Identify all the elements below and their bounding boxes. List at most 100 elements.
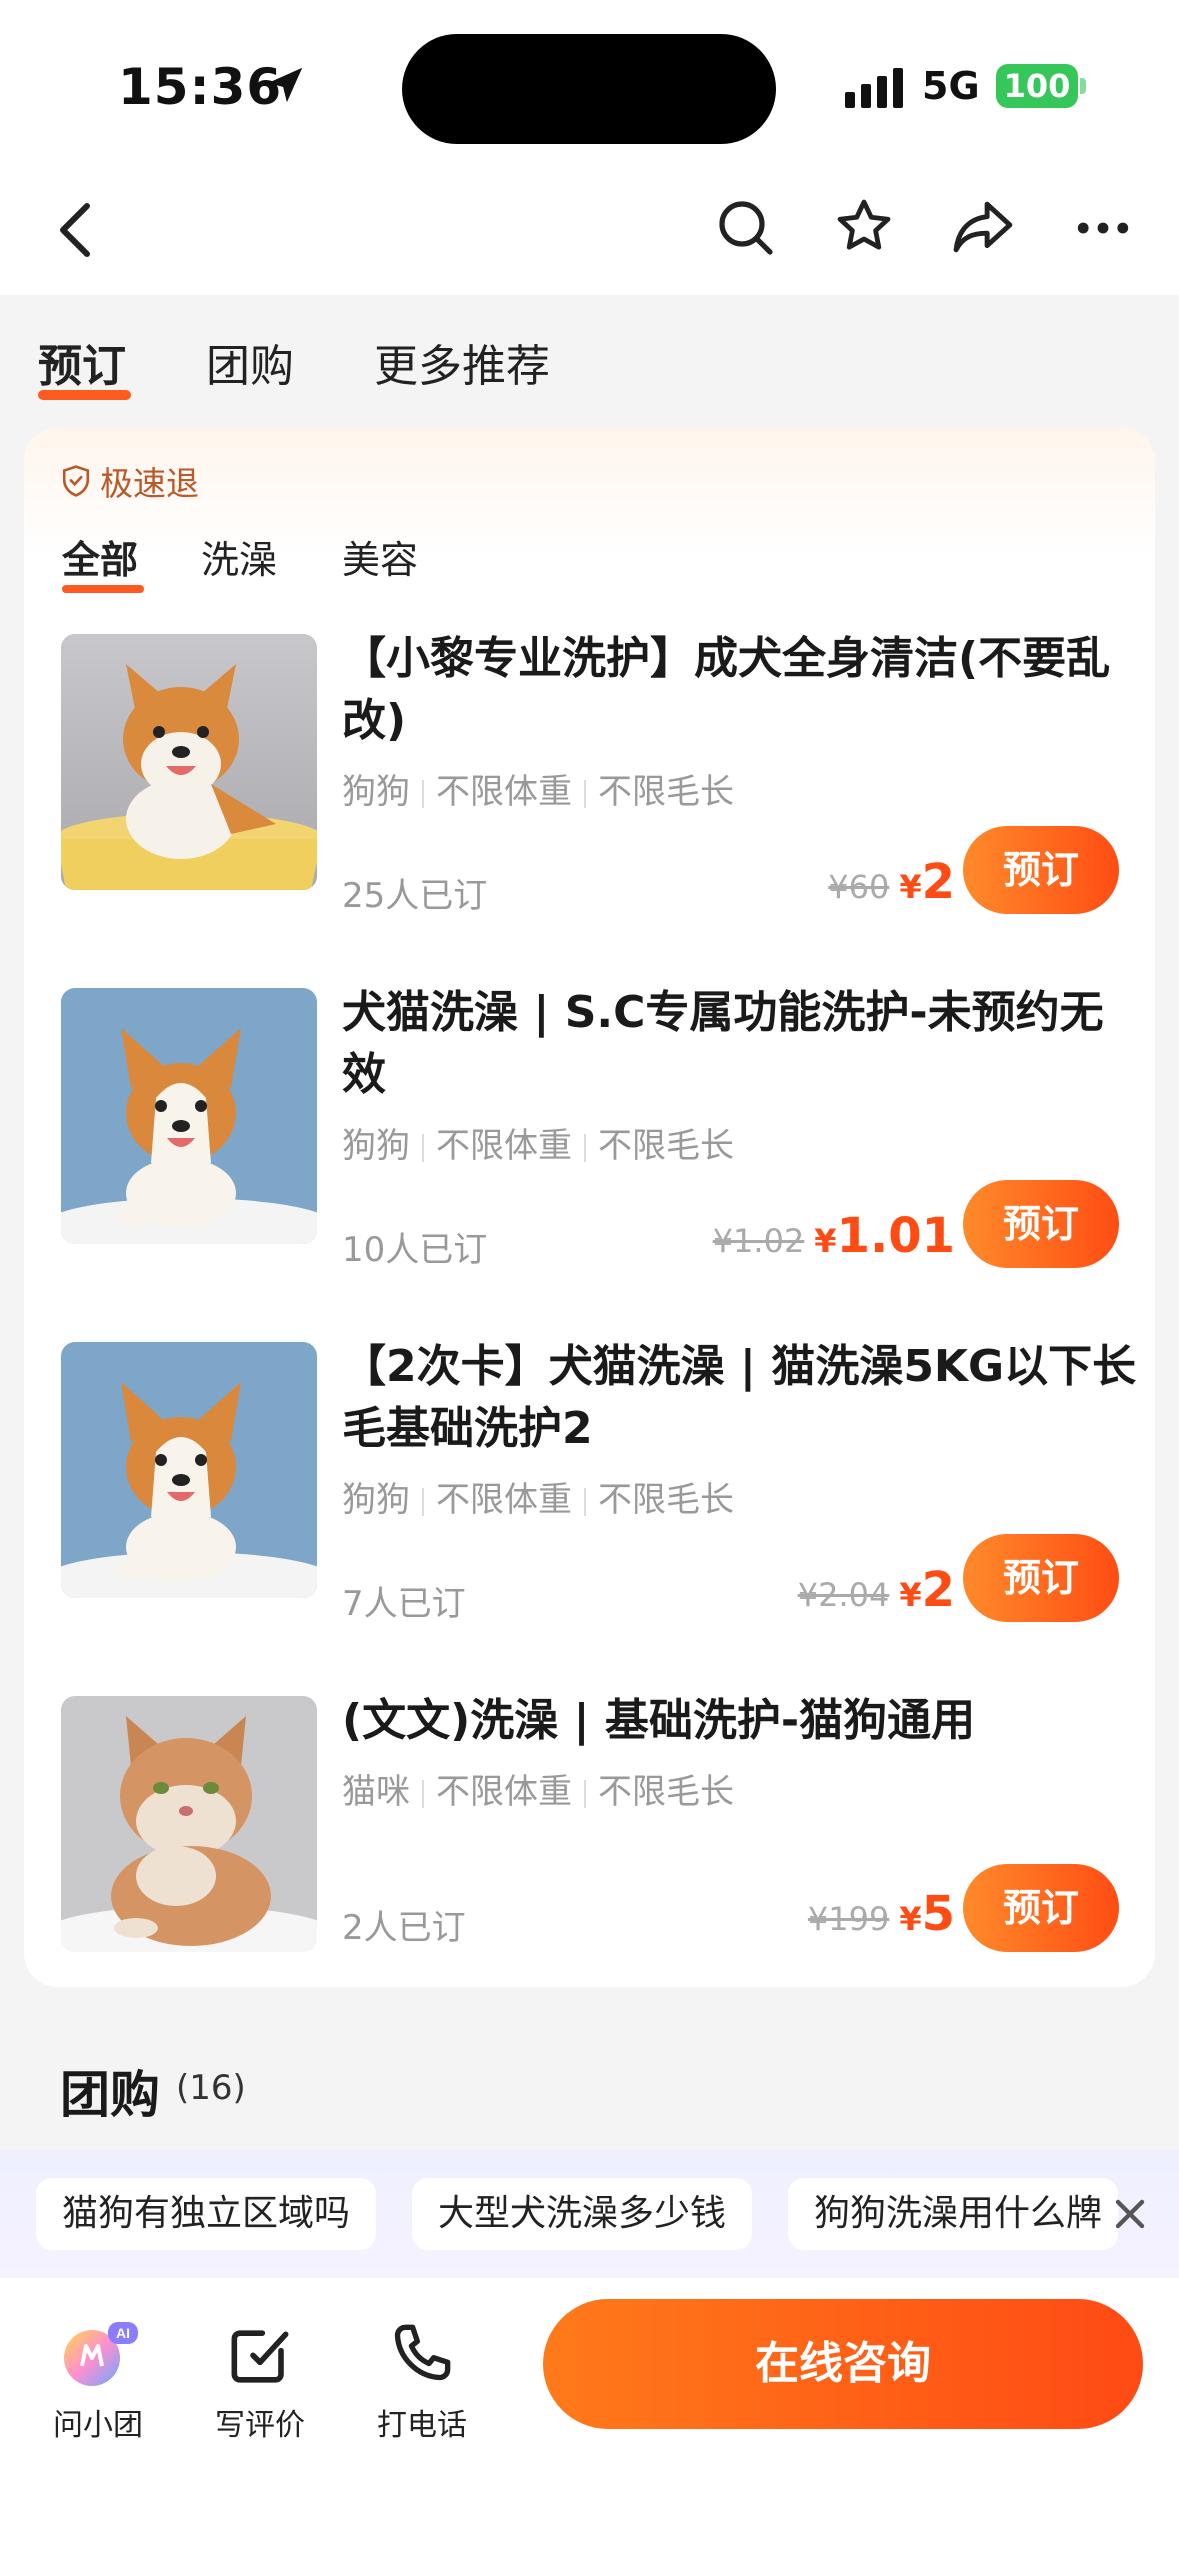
sold-count: 7人已订 [342, 1584, 466, 1624]
item-title: 犬猫洗澡 | S.C专属功能洗护-未预约无效 [342, 987, 1104, 1100]
status-bar: 15:36 5G 100 [0, 0, 1179, 170]
tag-divider [422, 1487, 424, 1516]
price-value: 2 [921, 854, 955, 910]
price-value: 1.01 [836, 1208, 955, 1264]
price-box: ¥199 ¥5 [808, 1886, 955, 1942]
dynamic-island [402, 34, 776, 144]
service-item[interactable]: (文文)洗澡 | 基础洗护-猫狗通用 猫咪 不限体重 不限毛长 2人已订 ¥199 … [24, 1695, 1155, 1987]
search-icon[interactable] [716, 198, 776, 258]
battery-indicator: 100 [996, 64, 1078, 108]
tab-booking[interactable]: 预订 [38, 330, 126, 394]
currency-symbol: ¥ [899, 1576, 922, 1614]
tag-divider [422, 779, 424, 808]
current-price: ¥2 [899, 854, 955, 910]
phone-icon [394, 2324, 451, 2381]
subtab-all[interactable]: 全部 [62, 529, 138, 584]
item-tags: 狗狗 不限体重 不限毛长 [342, 764, 734, 813]
price-value: 2 [921, 1562, 955, 1618]
fast-refund-label: 极速退 [100, 464, 199, 503]
close-icon[interactable] [1110, 2194, 1150, 2234]
active-subtab-indicator [62, 585, 144, 593]
active-tab-indicator [38, 390, 131, 400]
booking-card: 极速退 全部 洗澡 美容 【小黎专业洗护】成犬全身清洁(不要乱改) 狗狗 不限体… [24, 427, 1155, 1987]
online-consult-button[interactable]: 在线咨询 [543, 2299, 1143, 2429]
price-box: ¥1.02 ¥1.01 [713, 1208, 955, 1264]
service-item[interactable]: 【2次卡】犬猫洗澡 | 猫洗澡5KG以下长毛基础洗护2 狗狗 不限体重 不限毛长 7… [24, 1341, 1155, 1692]
fast-refund-badge: 极速退 [60, 457, 199, 505]
subtab-grooming[interactable]: 美容 [342, 529, 418, 584]
current-price: ¥5 [899, 1886, 955, 1942]
book-button[interactable]: 预订 [963, 826, 1119, 914]
tab-more-recommend[interactable]: 更多推荐 [374, 330, 550, 394]
item-title: 【小黎专业洗护】成犬全身清洁(不要乱改) [342, 633, 1111, 746]
sold-count: 10人已订 [342, 1230, 488, 1270]
book-button[interactable]: 预订 [963, 1864, 1119, 1952]
service-item[interactable]: 犬猫洗澡 | S.C专属功能洗护-未预约无效 狗狗 不限体重 不限毛长 10人已订 … [24, 987, 1155, 1338]
more-icon[interactable] [1076, 218, 1130, 238]
book-button[interactable]: 预订 [963, 1534, 1119, 1622]
tag-weight: 不限体重 [436, 772, 572, 812]
call-button[interactable]: 打电话 [362, 2318, 482, 2444]
book-button[interactable]: 预订 [963, 1180, 1119, 1268]
tag-weight: 不限体重 [436, 1772, 572, 1812]
edit-review-icon [231, 2330, 289, 2383]
service-item[interactable]: 【小黎专业洗护】成犬全身清洁(不要乱改) 狗狗 不限体重 不限毛长 25人已订 ¥6… [24, 633, 1155, 984]
star-icon[interactable] [834, 196, 894, 256]
currency-symbol: ¥ [899, 1900, 922, 1938]
item-image-cat [61, 1696, 317, 1952]
tag-pet-type: 狗狗 [342, 772, 410, 812]
top-tabs: 预订 团购 更多推荐 [0, 295, 1179, 425]
group-buy-count: (16) [176, 2068, 246, 2108]
price-box: ¥2.04 ¥2 [798, 1562, 955, 1618]
currency-symbol: ¥ [814, 1222, 837, 1260]
tag-pet-type: 狗狗 [342, 1480, 410, 1520]
question-chip[interactable]: 大型犬洗澡多少钱 [412, 2178, 753, 2250]
original-price: ¥60 [828, 868, 890, 906]
tag-divider [584, 1487, 586, 1516]
location-arrow-icon [267, 67, 303, 103]
original-price: ¥2.04 [797, 1576, 890, 1614]
current-price: ¥1.01 [814, 1208, 955, 1264]
tag-pet-type: 狗狗 [342, 1126, 410, 1166]
tag-weight: 不限体重 [436, 1480, 572, 1520]
status-time: 15:36 [118, 58, 283, 116]
ai-assistant-icon: AI [64, 2322, 138, 2386]
item-tags: 狗狗 不限体重 不限毛长 [342, 1472, 734, 1521]
write-review-button[interactable]: 写评价 [200, 2318, 320, 2444]
subtab-bath[interactable]: 洗澡 [201, 529, 277, 584]
tag-fur-length: 不限毛长 [598, 1772, 734, 1812]
price-value: 5 [921, 1886, 955, 1942]
tag-fur-length: 不限毛长 [598, 1126, 734, 1166]
tag-fur-length: 不限毛长 [598, 772, 734, 812]
price-box: ¥60 ¥2 [828, 854, 955, 910]
current-price: ¥2 [899, 1562, 955, 1618]
tag-divider [584, 1133, 586, 1162]
sold-count: 2人已订 [342, 1908, 466, 1948]
write-review-label: 写评价 [215, 2408, 305, 2443]
group-buy-title: 团购 [60, 2066, 160, 2124]
back-icon[interactable] [52, 200, 102, 260]
bottom-action-bar: AI 问小团 写评价 打电话 在线咨询 [0, 2278, 1179, 2556]
tab-group-buy[interactable]: 团购 [206, 330, 294, 394]
item-tags: 狗狗 不限体重 不限毛长 [342, 1118, 734, 1167]
tag-weight: 不限体重 [436, 1126, 572, 1166]
item-tags: 猫咪 不限体重 不限毛长 [342, 1764, 734, 1813]
item-title: 【2次卡】犬猫洗澡 | 猫洗澡5KG以下长毛基础洗护2 [342, 1341, 1137, 1454]
question-chip[interactable]: 猫狗有独立区域吗 [36, 2178, 377, 2250]
item-title: (文文)洗澡 | 基础洗护-猫狗通用 [342, 1695, 976, 1746]
currency-symbol: ¥ [899, 868, 922, 906]
tag-divider [422, 1779, 424, 1808]
share-icon[interactable] [952, 198, 1014, 256]
nav-bar [0, 170, 1179, 295]
battery-tip [1080, 78, 1086, 94]
ask-assistant-button[interactable]: AI 问小团 [38, 2318, 158, 2444]
ask-assistant-label: 问小团 [53, 2408, 143, 2443]
tag-divider [422, 1133, 424, 1162]
sold-count: 25人已订 [342, 876, 488, 916]
tag-divider [584, 779, 586, 808]
item-image-corgi [61, 1342, 317, 1598]
signal-icon [845, 68, 903, 108]
shield-check-icon [62, 465, 90, 497]
tag-divider [584, 1779, 586, 1808]
question-chip[interactable]: 狗狗洗澡用什么牌 [788, 2178, 1118, 2250]
